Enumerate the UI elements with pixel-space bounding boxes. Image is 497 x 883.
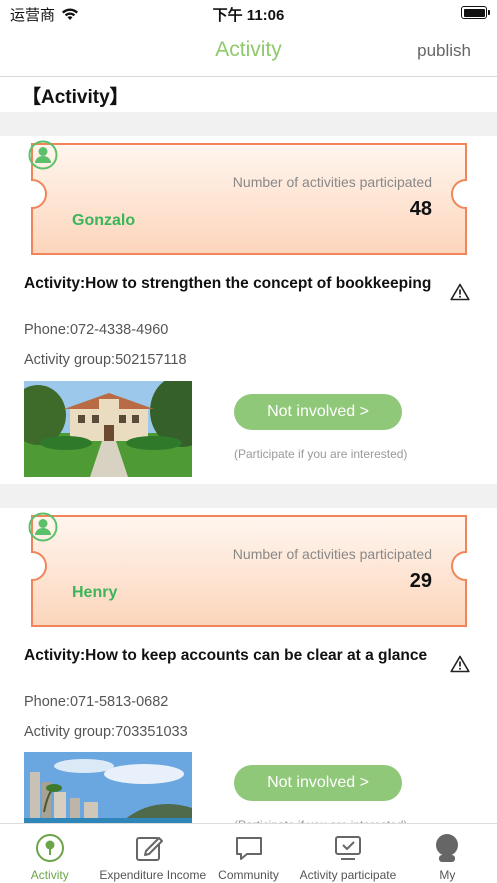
activity-phone: Phone:071-5813-0682 <box>24 694 169 710</box>
activity-title: Activity:How to strengthen the concept o… <box>24 275 432 292</box>
tab-my[interactable]: My <box>398 824 497 883</box>
participate-hint: (Participate if you are interested) <box>234 447 408 461</box>
tab-label: Activity <box>30 868 69 882</box>
ticket-background <box>31 515 467 627</box>
activity-photo <box>24 381 192 477</box>
activity-phone: Phone:072-4338-4960 <box>24 322 169 338</box>
tab-label: My <box>439 868 456 882</box>
activity-title: Activity:How to keep accounts can be cle… <box>24 647 428 664</box>
section-title: 【Activity】 <box>22 87 129 108</box>
divider <box>0 484 497 508</box>
report-warning-icon[interactable] <box>450 655 470 673</box>
tab-label: Community <box>218 868 279 882</box>
chat-icon <box>235 837 262 860</box>
edit-icon <box>136 837 164 861</box>
publish-button[interactable]: publish <box>417 41 471 61</box>
tab-activity[interactable]: Activity <box>0 824 99 883</box>
tab-bar: Activity Expenditure Income Community Ac… <box>0 823 497 883</box>
participation-count-label: Number of activities participated <box>232 174 432 190</box>
user-avatar-icon <box>28 512 58 542</box>
tab-activity-participate[interactable]: Activity participate <box>298 824 397 883</box>
participation-count: 48 <box>409 198 432 220</box>
activity-group: Activity group:502157118 <box>24 352 187 368</box>
clock: 下午 11:06 <box>212 7 285 24</box>
username: Gonzalo <box>72 212 136 229</box>
status-bar: 运营商 下午 11:06 <box>0 0 497 26</box>
activity-group: Activity group:703351033 <box>24 724 188 740</box>
participate-button[interactable]: Not involved > <box>234 394 402 430</box>
tab-expenditure-income[interactable]: Expenditure Income <box>99 824 207 883</box>
nav-bar: Activity publish <box>0 26 497 77</box>
participation-count: 29 <box>409 570 432 592</box>
profile-icon <box>436 834 459 862</box>
username: Henry <box>72 584 118 601</box>
divider <box>0 112 497 136</box>
participation-count-label: Number of activities participated <box>232 546 432 562</box>
battery-icon <box>461 6 490 19</box>
tab-community[interactable]: Community <box>199 824 298 883</box>
check-icon <box>334 836 361 860</box>
user-avatar-icon <box>28 140 58 170</box>
tab-label: Activity participate <box>299 868 397 882</box>
report-warning-icon[interactable] <box>450 283 470 301</box>
activity-stats-ticket: Henry Number of activities participated … <box>28 512 470 630</box>
tab-label: Expenditure Income <box>99 868 207 882</box>
participate-button[interactable]: Not involved > <box>234 765 402 801</box>
ticket-background <box>31 143 467 255</box>
activity-icon <box>35 834 64 862</box>
activity-stats-ticket: Gonzalo Number of activities participate… <box>28 140 470 258</box>
